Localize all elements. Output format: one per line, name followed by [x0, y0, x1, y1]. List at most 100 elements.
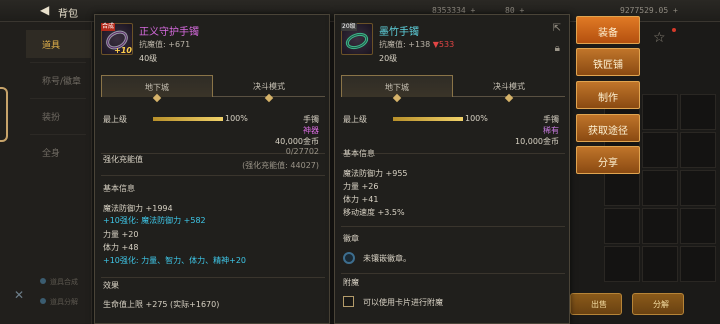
- share-button[interactable]: 分享: [576, 146, 640, 174]
- basic-line-reinforce: +10强化: 魔法防御力 +582: [103, 216, 206, 225]
- favorite-star-icon[interactable]: ☆: [653, 30, 666, 46]
- item-disassemble-link[interactable]: 道具分解: [50, 297, 78, 307]
- sidebar-tab-titles[interactable]: 称号/徽章: [26, 66, 92, 94]
- tab-dungeon-label: 地下城: [385, 83, 409, 92]
- tab-dungeon[interactable]: 地下城: [101, 75, 213, 103]
- active-tab-marker: [392, 93, 402, 103]
- inventory-sidebar: 道具 称号/徽章 装扮 全身 道具合成 道具分解: [0, 22, 92, 324]
- item-category: 手镯: [543, 115, 559, 124]
- inventory-title: 背包: [58, 9, 78, 20]
- tab-pvp[interactable]: 决斗模式: [213, 75, 325, 103]
- item-level: 40级: [139, 54, 158, 63]
- divider: [101, 277, 325, 278]
- inventory-slot[interactable]: [680, 208, 716, 244]
- magic-resist-diff: ▼533: [432, 40, 455, 49]
- share-link-icon[interactable]: ⇱: [553, 23, 561, 34]
- close-icon[interactable]: ✕: [14, 288, 24, 302]
- sidebar-handle[interactable]: [0, 87, 8, 142]
- disassemble-button[interactable]: 分解: [632, 293, 684, 315]
- mastery-fill: [153, 117, 223, 121]
- tab-marker: [264, 93, 274, 103]
- compare-item-tooltip: 20级 墨竹手镯 抗魔值: +138 ▼533 20级 ⇱ 🔒︎ 地下城 决斗模…: [334, 14, 570, 324]
- item-name: 正义守护手镯: [139, 27, 199, 38]
- item-level: 20级: [379, 54, 398, 63]
- equip-button[interactable]: 装备: [576, 16, 640, 44]
- mastery-bar: [153, 117, 223, 121]
- reinforce-sub-value: (强化充能值: 44027): [242, 161, 319, 170]
- inventory-slot[interactable]: [642, 246, 678, 282]
- inventory-slot[interactable]: [642, 132, 678, 168]
- inventory-slot[interactable]: [642, 170, 678, 206]
- enchant-card-slot[interactable]: [343, 296, 354, 307]
- currency-points: 9277529.05 +: [620, 6, 678, 15]
- lock-icon[interactable]: 🔒︎: [555, 43, 560, 54]
- sell-button[interactable]: 出售: [570, 293, 622, 315]
- inventory-slot[interactable]: [604, 170, 640, 206]
- item-name: 墨竹手镯: [379, 27, 419, 38]
- basic-line: 体力 +41: [343, 195, 379, 204]
- basic-line: 力量 +26: [343, 182, 379, 191]
- notification-dot: [672, 28, 676, 32]
- item-rarity: 稀有: [543, 126, 559, 135]
- emblem-title: 徽章: [343, 234, 359, 243]
- basic-info-title: 基本信息: [343, 149, 375, 158]
- tab-dungeon[interactable]: 地下城: [341, 75, 453, 103]
- inventory-slot[interactable]: [680, 170, 716, 206]
- basic-line-reinforce: +10强化: 力量、智力、体力、精神+20: [103, 256, 247, 265]
- mode-tabs: 地下城 决斗模式: [341, 75, 565, 103]
- divider: [30, 62, 86, 63]
- disassemble-icon: [40, 298, 46, 304]
- emblem-slot-icon[interactable]: [343, 252, 355, 264]
- tab-pvp[interactable]: 决斗模式: [453, 75, 565, 103]
- item-price: 40,000金币: [275, 137, 319, 146]
- obtain-source-button[interactable]: 获取途径: [576, 114, 640, 142]
- divider: [30, 98, 86, 99]
- inventory-slot[interactable]: [642, 94, 678, 130]
- effect-title: 效果: [103, 281, 119, 290]
- reinforce-label: 强化充能值: [103, 155, 143, 164]
- equipped-item-tooltip: 合成 +10 正义守护手镯 抗魔值: +671 40级 地下城 决斗模式 最上级…: [94, 14, 330, 324]
- basic-line: 体力 +48: [103, 243, 139, 252]
- inventory-slot[interactable]: [680, 246, 716, 282]
- reinforce-value: 0/27702: [285, 147, 319, 156]
- sidebar-tab-avatar[interactable]: 装扮: [26, 102, 92, 130]
- inventory-slot[interactable]: [680, 132, 716, 168]
- inventory-slot[interactable]: [680, 94, 716, 130]
- reinforce-level-badge: +10: [114, 46, 132, 55]
- emblem-text: 未镶嵌徽章。: [363, 254, 411, 263]
- basic-line: 魔法防御力 +955: [343, 169, 408, 178]
- inventory-slot[interactable]: [642, 208, 678, 244]
- basic-line: 力量 +20: [103, 230, 139, 239]
- divider: [101, 175, 325, 176]
- magic-resist-stat: 抗魔值: +138 ▼533: [379, 39, 454, 50]
- level-badge: 20级: [341, 23, 357, 31]
- item-rarity: 神器: [303, 126, 319, 135]
- divider: [341, 273, 565, 274]
- enchant-text: 可以使用卡片进行附魔: [363, 298, 443, 307]
- effect-line: 生命值上限 +275 (实际+1670): [103, 300, 220, 309]
- sidebar-tab-full[interactable]: 全身: [26, 138, 92, 166]
- inventory-slot[interactable]: [604, 208, 640, 244]
- synthesis-badge: 合成: [101, 23, 116, 31]
- bracelet-icon: 20级: [341, 23, 373, 55]
- blacksmith-button[interactable]: 铁匠铺: [576, 48, 640, 76]
- mastery-label: 最上级: [343, 115, 367, 124]
- item-synthesis-link[interactable]: 道具合成: [50, 277, 78, 287]
- tab-pvp-label: 决斗模式: [253, 82, 285, 91]
- enchant-title: 附魔: [343, 278, 359, 287]
- craft-button[interactable]: 制作: [576, 81, 640, 109]
- mode-tabs: 地下城 决斗模式: [101, 75, 325, 103]
- inventory-slot[interactable]: [604, 246, 640, 282]
- magic-resist-value: 抗魔值: +138: [379, 40, 431, 49]
- mastery-percent: 100%: [465, 114, 488, 123]
- magic-resist-stat: 抗魔值: +671: [139, 40, 191, 49]
- back-arrow-icon[interactable]: ◀: [40, 3, 49, 17]
- basic-line: 移动速度 +3.5%: [343, 208, 405, 217]
- mastery-fill: [393, 117, 463, 121]
- sidebar-tab-items[interactable]: 道具: [26, 30, 92, 58]
- basic-info-title: 基本信息: [103, 184, 135, 193]
- divider: [30, 134, 86, 135]
- mastery-percent: 100%: [225, 114, 248, 123]
- divider: [341, 226, 565, 227]
- mastery-label: 最上级: [103, 115, 127, 124]
